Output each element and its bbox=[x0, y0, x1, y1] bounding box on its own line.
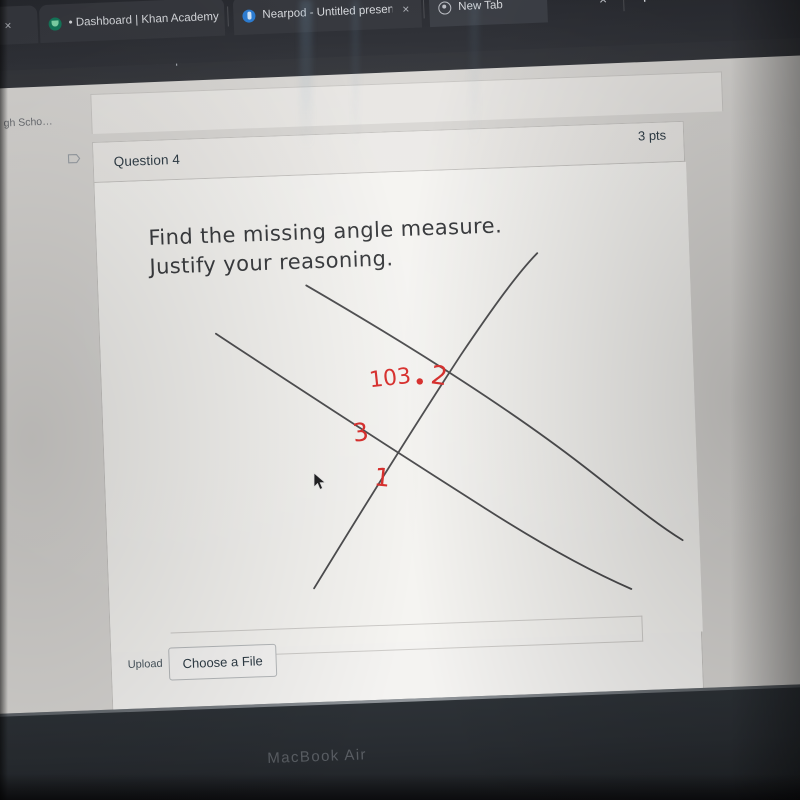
left-vignette bbox=[0, 0, 8, 800]
question-card: Question 4 3 pts Find the missing angle … bbox=[67, 120, 705, 722]
tab-nearpod-label: Nearpod - Untitled presentatio bbox=[262, 3, 393, 22]
page-title: Question 4 bbox=[113, 151, 181, 170]
mouse-cursor bbox=[313, 472, 327, 490]
flag-outline-icon[interactable] bbox=[67, 153, 81, 170]
desk-shadow bbox=[0, 774, 800, 800]
choose-a-file-button[interactable]: Choose a File bbox=[167, 643, 278, 681]
tab-new-tab[interactable]: New Tab bbox=[428, 0, 548, 28]
quiz-content-area: Question 4 3 pts Find the missing angle … bbox=[67, 71, 738, 732]
angle-1-label: 1 bbox=[373, 462, 392, 492]
device-model-label: MacBook Air bbox=[267, 746, 368, 767]
new-tab-button[interactable]: + bbox=[639, 0, 651, 9]
tab-nearpod[interactable]: Nearpod - Untitled presentatio × bbox=[232, 0, 423, 36]
tab-khan-academy-label: • Dashboard | Khan Academy bbox=[68, 10, 219, 29]
khan-academy-icon bbox=[48, 16, 62, 31]
chrome-newtab-icon bbox=[438, 0, 452, 15]
upload-label: Upload bbox=[127, 657, 163, 672]
angle-103-label: 103 bbox=[368, 364, 412, 393]
nearpod-icon bbox=[242, 8, 256, 23]
tab-new-tab-label: New Tab bbox=[458, 0, 504, 13]
tab-khan-academy[interactable]: • Dashboard | Khan Academy × bbox=[38, 0, 240, 44]
bookmark-item[interactable]: gh Scho… bbox=[3, 116, 52, 130]
tab-nearpod-close-icon[interactable]: × bbox=[399, 1, 413, 18]
question-body: Find the missing angle measure. Justify … bbox=[94, 161, 704, 722]
window-close-icon[interactable]: × bbox=[599, 0, 607, 7]
question-points: 3 pts bbox=[637, 127, 667, 144]
right-vignette bbox=[730, 0, 800, 800]
handwritten-worksheet-image: Find the missing angle measure. Justify … bbox=[94, 161, 703, 653]
laptop-screen-photo: gh Scho… Question 4 3 pts Find the missi… bbox=[0, 0, 800, 800]
